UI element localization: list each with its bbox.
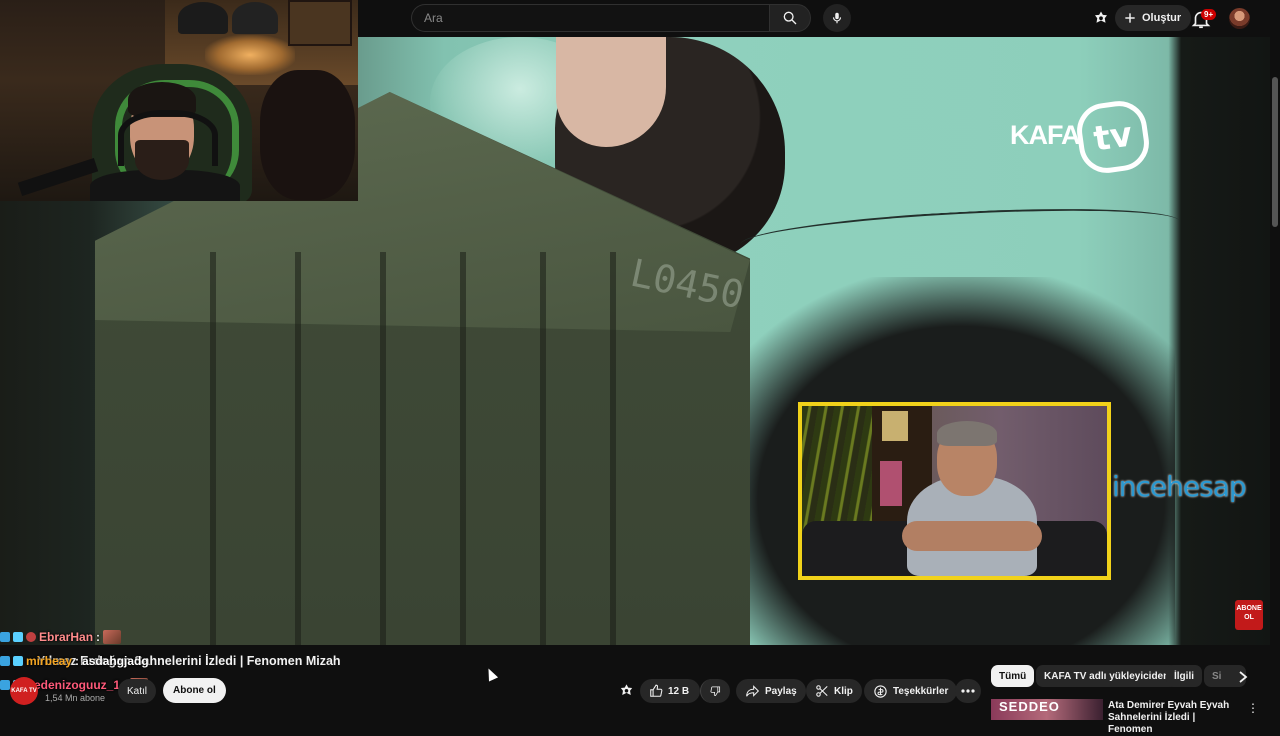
chip-related[interactable]: İlgili bbox=[1166, 665, 1202, 687]
webcam-lamp bbox=[205, 35, 295, 75]
create-label: Oluştur bbox=[1142, 12, 1182, 24]
recommendation-title[interactable]: Ata Demirer Eyvah Eyvah Sahnelerini İzle… bbox=[1108, 700, 1238, 736]
search-icon bbox=[783, 11, 797, 25]
thanks-label: Teşekkürler bbox=[893, 685, 949, 697]
webcam-helmet bbox=[232, 2, 278, 34]
chat-separator: : bbox=[75, 653, 80, 668]
microphone-icon bbox=[832, 12, 842, 24]
thumbs-down-icon bbox=[710, 686, 721, 696]
webcam-headphones bbox=[118, 110, 218, 166]
clip-button[interactable]: Klip bbox=[806, 679, 862, 703]
webcam-helmet bbox=[178, 2, 228, 34]
join-button[interactable]: Katıl bbox=[118, 679, 157, 703]
inset-book bbox=[880, 461, 902, 506]
avatar[interactable] bbox=[1229, 8, 1250, 29]
crate-plank bbox=[610, 252, 616, 645]
thanks-button[interactable]: Teşekkürler bbox=[864, 679, 958, 703]
video-scene-cable bbox=[739, 200, 1181, 266]
webcam-picture-frame bbox=[288, 0, 352, 46]
sponsor-watermark: incehesap bbox=[1112, 470, 1247, 503]
scrollbar-thumb[interactable] bbox=[1272, 77, 1278, 227]
share-label: Paylaş bbox=[765, 685, 797, 697]
scissors-icon bbox=[816, 685, 828, 697]
webcam-microphone-arm bbox=[17, 157, 99, 197]
crate-plank bbox=[540, 252, 546, 645]
chip-from-uploader[interactable]: KAFA TV adlı yükleyiciden bbox=[1036, 665, 1178, 687]
subscriber-count: 1,54 Mn abone bbox=[45, 693, 106, 703]
kafa-tv-logo: KAFA tv bbox=[1010, 92, 1165, 177]
studio-icon[interactable] bbox=[618, 683, 635, 700]
webcam-background-object bbox=[260, 70, 355, 200]
chat-message: mirbeay : asdahgjadg bbox=[0, 652, 149, 669]
badge-icon bbox=[0, 655, 10, 666]
logo-tv-mark: tv bbox=[1073, 97, 1153, 177]
search-box bbox=[411, 4, 811, 32]
badge-icon bbox=[13, 655, 23, 666]
streamer-webcam bbox=[0, 0, 358, 201]
clip-label: Klip bbox=[834, 685, 853, 697]
share-icon bbox=[746, 685, 760, 697]
badge-icon bbox=[13, 631, 23, 642]
crate-plank bbox=[210, 252, 216, 645]
dislike-button[interactable] bbox=[700, 679, 730, 703]
voice-search-button[interactable] bbox=[823, 4, 851, 32]
logo-tv-text: tv bbox=[1091, 114, 1135, 160]
inset-person-hair bbox=[937, 421, 997, 446]
chevron-right-icon bbox=[1239, 671, 1248, 683]
search-button[interactable] bbox=[769, 4, 811, 32]
chip-all[interactable]: Tümü bbox=[991, 665, 1035, 687]
more-actions-button[interactable] bbox=[955, 679, 981, 703]
chat-separator: : bbox=[96, 629, 101, 644]
recommendation-thumbnail[interactable]: SEDDEO bbox=[991, 699, 1103, 720]
like-button[interactable]: 12 B bbox=[640, 679, 700, 703]
notification-badge: 9+ bbox=[1201, 9, 1217, 20]
logo-text: KAFA bbox=[1010, 120, 1080, 150]
chat-username: mirbeay bbox=[26, 653, 73, 668]
badge-icon bbox=[0, 679, 10, 690]
crate-plank bbox=[460, 252, 466, 645]
page-scrollbar[interactable] bbox=[1270, 37, 1280, 720]
plus-icon bbox=[1125, 13, 1135, 23]
crate-plank bbox=[380, 252, 386, 645]
badge-icon bbox=[0, 631, 10, 642]
chat-emote bbox=[103, 629, 122, 644]
inset-video bbox=[798, 402, 1111, 580]
inset-book bbox=[882, 411, 908, 441]
inset-person-arms bbox=[902, 521, 1042, 551]
studio-icon[interactable] bbox=[1092, 10, 1110, 28]
badge-icon bbox=[26, 631, 36, 642]
recommendation-menu-button[interactable]: ⋮ bbox=[1247, 700, 1259, 716]
chat-username: EbrarHan bbox=[39, 629, 94, 644]
thanks-icon bbox=[874, 684, 887, 698]
mouse-cursor-icon bbox=[483, 666, 499, 682]
thumbs-up-icon bbox=[650, 684, 663, 697]
chat-username: Sedenizoguuz_1 bbox=[26, 677, 121, 692]
search-input[interactable] bbox=[411, 4, 769, 32]
more-icon bbox=[961, 689, 975, 693]
crate-plank bbox=[295, 252, 301, 645]
abone-badge[interactable]: ABONE OL bbox=[1235, 600, 1263, 630]
subscribe-button[interactable]: Abone ol bbox=[163, 678, 226, 703]
chat-text: asdahgjadg bbox=[82, 653, 149, 668]
channel-avatar[interactable]: KAFA TV bbox=[10, 677, 38, 705]
share-button[interactable]: Paylaş bbox=[736, 679, 806, 703]
like-count: 12 B bbox=[668, 685, 690, 697]
create-button[interactable]: Oluştur bbox=[1115, 5, 1192, 31]
chat-message: EbrarHan : bbox=[0, 628, 122, 645]
chips-next-button[interactable] bbox=[1233, 667, 1253, 687]
